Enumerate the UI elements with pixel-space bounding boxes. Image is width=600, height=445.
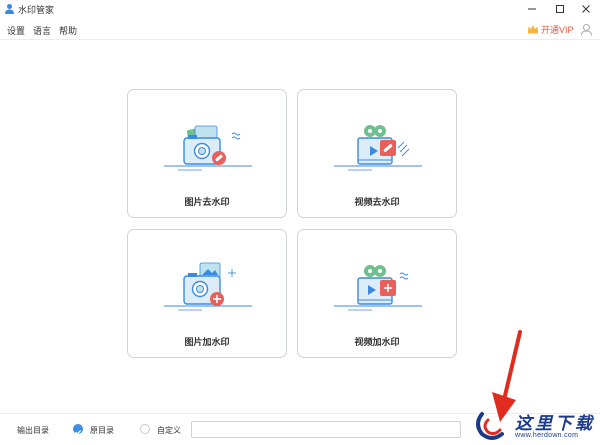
- vip-button[interactable]: 开通VIP: [527, 22, 574, 36]
- card-photo-remove-watermark[interactable]: 图片去水印: [127, 89, 287, 218]
- checkmark-icon: [75, 429, 82, 435]
- maximize-icon: [556, 5, 564, 13]
- video-add-watermark-icon: [334, 265, 422, 311]
- output-path-input[interactable]: [191, 421, 461, 438]
- app-logo-icon: [5, 4, 14, 14]
- menu-language[interactable]: 语言: [33, 24, 51, 37]
- photo-remove-watermark-icon: [164, 125, 252, 171]
- title-bar: 水印管家: [0, 0, 600, 18]
- watermark-title: 这里下载: [515, 414, 595, 434]
- menu-settings[interactable]: 设置: [7, 24, 25, 37]
- close-icon: [582, 5, 590, 13]
- minimize-icon: [528, 8, 536, 10]
- window-title: 水印管家: [18, 5, 55, 15]
- card-label: 图片去水印: [184, 197, 230, 207]
- radio-original-directory[interactable]: [73, 424, 83, 435]
- radio-custom-directory[interactable]: [140, 424, 150, 434]
- menu-help[interactable]: 帮助: [59, 24, 77, 37]
- output-directory-label: 输出目录: [17, 426, 49, 435]
- user-account-icon[interactable]: [580, 23, 593, 36]
- radio-custom-directory-label: 自定义: [157, 426, 181, 435]
- card-video-add-watermark[interactable]: 视频加水印: [297, 229, 457, 358]
- maximize-button[interactable]: [546, 0, 574, 18]
- crown-icon: [528, 25, 538, 34]
- card-label: 视频加水印: [354, 337, 400, 347]
- video-remove-watermark-icon: [334, 125, 422, 171]
- photo-add-watermark-icon: [164, 262, 252, 311]
- radio-original-directory-label: 原目录: [90, 426, 114, 435]
- card-video-remove-watermark[interactable]: 视频去水印: [297, 89, 457, 218]
- minimize-button[interactable]: [518, 0, 546, 18]
- card-label: 图片加水印: [184, 337, 230, 347]
- watermark-url: www.herdown.com: [515, 432, 579, 439]
- close-button[interactable]: [572, 0, 600, 18]
- menu-bar: 设置 语言 帮助: [0, 20, 600, 40]
- card-photo-add-watermark[interactable]: 图片加水印: [127, 229, 287, 358]
- vip-label: 开通VIP: [541, 24, 574, 35]
- site-logo-icon: [476, 412, 504, 440]
- card-label: 视频去水印: [354, 197, 400, 207]
